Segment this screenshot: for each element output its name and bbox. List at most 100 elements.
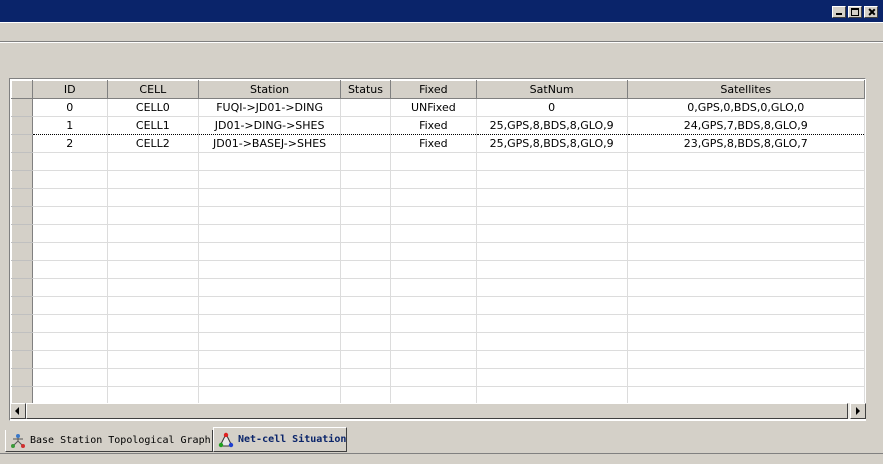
cell-satnum[interactable]: 25,GPS,8,BDS,8,GLO,9 — [476, 134, 628, 153]
empty-cell[interactable] — [32, 296, 108, 315]
empty-cell[interactable] — [107, 152, 200, 171]
empty-cell[interactable] — [107, 278, 200, 297]
row-indicator[interactable] — [11, 314, 33, 333]
empty-cell[interactable] — [390, 296, 477, 315]
empty-cell[interactable] — [198, 368, 342, 387]
empty-cell[interactable] — [476, 314, 628, 333]
row-indicator[interactable] — [11, 152, 33, 171]
empty-cell[interactable] — [390, 242, 477, 261]
empty-cell[interactable] — [198, 152, 342, 171]
scroll-thumb[interactable] — [26, 403, 848, 419]
column-header-satellites[interactable]: Satellites — [626, 80, 865, 99]
tab-net-cell-situation[interactable]: Net-cell Situation — [213, 427, 347, 452]
row-indicator[interactable] — [11, 260, 33, 279]
empty-table-row[interactable] — [11, 152, 865, 171]
close-button[interactable] — [864, 6, 878, 18]
empty-cell[interactable] — [476, 170, 628, 189]
empty-cell[interactable] — [340, 386, 391, 405]
tab-base-station-topological-graph[interactable]: Base Station Topological Graph — [5, 430, 213, 452]
empty-table-row[interactable] — [11, 296, 865, 315]
cell-satellites[interactable]: 0,GPS,0,BDS,0,GLO,0 — [627, 98, 865, 117]
empty-cell[interactable] — [107, 206, 200, 225]
empty-cell[interactable] — [390, 224, 477, 243]
cell-cell[interactable]: CELL2 — [107, 134, 200, 153]
empty-cell[interactable] — [476, 242, 628, 261]
empty-cell[interactable] — [340, 278, 391, 297]
empty-table-row[interactable] — [11, 224, 865, 243]
net-cell-grid[interactable]: ID CELL Station Status Fixed SatNum Sate… — [9, 78, 866, 421]
empty-cell[interactable] — [32, 170, 108, 189]
empty-cell[interactable] — [107, 188, 200, 207]
cell-satellites[interactable]: 24,GPS,7,BDS,8,GLO,9 — [627, 116, 865, 135]
empty-cell[interactable] — [476, 152, 628, 171]
empty-cell[interactable] — [198, 206, 342, 225]
empty-cell[interactable] — [198, 260, 342, 279]
row-indicator[interactable] — [11, 206, 33, 225]
table-row[interactable]: 2 CELL2 JD01->BASEJ->SHES Fixed 25,GPS,8… — [11, 134, 865, 153]
empty-cell[interactable] — [107, 386, 200, 405]
empty-cell[interactable] — [340, 206, 391, 225]
empty-cell[interactable] — [198, 224, 342, 243]
empty-cell[interactable] — [476, 206, 628, 225]
empty-cell[interactable] — [198, 332, 342, 351]
empty-cell[interactable] — [476, 386, 628, 405]
empty-cell[interactable] — [476, 188, 628, 207]
empty-cell[interactable] — [340, 296, 391, 315]
empty-cell[interactable] — [340, 152, 391, 171]
empty-cell[interactable] — [390, 188, 477, 207]
empty-cell[interactable] — [627, 188, 865, 207]
empty-table-row[interactable] — [11, 278, 865, 297]
empty-cell[interactable] — [627, 206, 865, 225]
empty-table-row[interactable] — [11, 350, 865, 369]
column-header-fixed[interactable]: Fixed — [389, 80, 477, 99]
empty-cell[interactable] — [107, 368, 200, 387]
empty-table-row[interactable] — [11, 368, 865, 387]
empty-cell[interactable] — [476, 350, 628, 369]
horizontal-scrollbar[interactable] — [10, 403, 866, 419]
empty-cell[interactable] — [627, 350, 865, 369]
empty-cell[interactable] — [107, 314, 200, 333]
cell-station[interactable]: FUQI->JD01->DING — [198, 98, 342, 117]
empty-cell[interactable] — [32, 260, 108, 279]
empty-cell[interactable] — [627, 386, 865, 405]
table-row[interactable]: 1 CELL1 JD01->DING->SHES Fixed 25,GPS,8,… — [11, 116, 865, 135]
empty-cell[interactable] — [198, 188, 342, 207]
empty-cell[interactable] — [390, 206, 477, 225]
empty-cell[interactable] — [198, 242, 342, 261]
empty-table-row[interactable] — [11, 188, 865, 207]
empty-cell[interactable] — [107, 170, 200, 189]
cell-id[interactable]: 0 — [32, 98, 108, 117]
empty-cell[interactable] — [340, 224, 391, 243]
empty-table-row[interactable] — [11, 206, 865, 225]
empty-cell[interactable] — [340, 242, 391, 261]
empty-cell[interactable] — [627, 332, 865, 351]
empty-cell[interactable] — [627, 224, 865, 243]
row-indicator[interactable] — [11, 170, 33, 189]
empty-cell[interactable] — [340, 170, 391, 189]
column-header-cell[interactable]: CELL — [106, 80, 200, 99]
empty-cell[interactable] — [627, 152, 865, 171]
empty-cell[interactable] — [476, 278, 628, 297]
row-indicator[interactable] — [11, 278, 33, 297]
empty-cell[interactable] — [32, 224, 108, 243]
cell-id[interactable]: 2 — [32, 134, 108, 153]
row-indicator[interactable] — [11, 350, 33, 369]
row-indicator[interactable] — [11, 98, 33, 117]
cell-satnum[interactable]: 25,GPS,8,BDS,8,GLO,9 — [476, 116, 628, 135]
empty-table-row[interactable] — [11, 332, 865, 351]
empty-cell[interactable] — [32, 386, 108, 405]
empty-cell[interactable] — [340, 188, 391, 207]
empty-cell[interactable] — [627, 314, 865, 333]
empty-cell[interactable] — [340, 260, 391, 279]
empty-cell[interactable] — [340, 332, 391, 351]
row-indicator[interactable] — [11, 368, 33, 387]
empty-cell[interactable] — [32, 242, 108, 261]
empty-cell[interactable] — [476, 260, 628, 279]
row-indicator[interactable] — [11, 116, 33, 135]
empty-cell[interactable] — [107, 332, 200, 351]
empty-cell[interactable] — [32, 188, 108, 207]
cell-status[interactable] — [340, 134, 391, 153]
empty-cell[interactable] — [390, 170, 477, 189]
empty-cell[interactable] — [390, 260, 477, 279]
cell-fixed[interactable]: UNFixed — [390, 98, 477, 117]
